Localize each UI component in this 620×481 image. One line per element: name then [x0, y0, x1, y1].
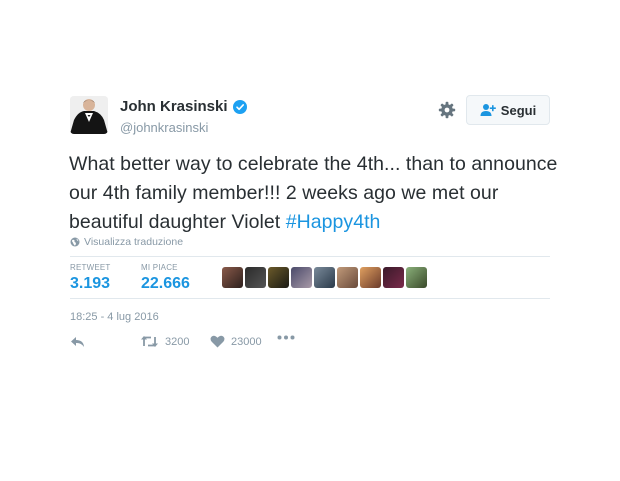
avatar[interactable]	[70, 96, 108, 134]
author-name[interactable]: John Krasinski	[120, 98, 228, 115]
translate-label: Visualizza traduzione	[84, 236, 184, 248]
author-name-row: John Krasinski	[120, 98, 247, 115]
like-button[interactable]: 23000	[210, 335, 262, 348]
liker-avatar[interactable]	[337, 267, 358, 288]
hashtag-link[interactable]: #Happy4th	[286, 211, 381, 233]
gear-icon[interactable]	[438, 101, 456, 119]
tweet-timestamp[interactable]: 18:25 - 4 lug 2016	[70, 311, 159, 323]
likes-stat[interactable]: MI PIACE 22.666	[141, 263, 190, 293]
add-user-icon	[480, 104, 496, 116]
follow-label: Segui	[500, 102, 537, 118]
liker-avatars	[222, 267, 427, 288]
retweet-button[interactable]: 3200	[140, 335, 189, 348]
heart-icon	[210, 335, 225, 348]
more-icon	[277, 335, 295, 340]
liker-avatar[interactable]	[360, 267, 381, 288]
liker-avatar[interactable]	[314, 267, 335, 288]
retweet-stat-value: 3.193	[70, 275, 111, 292]
reply-icon	[71, 337, 84, 347]
divider	[70, 256, 550, 257]
globe-icon	[70, 237, 80, 247]
divider	[70, 298, 550, 299]
follow-button[interactable]: Segui	[466, 95, 550, 125]
liker-avatar[interactable]	[245, 267, 266, 288]
more-button[interactable]	[277, 335, 295, 340]
liker-avatar[interactable]	[383, 267, 404, 288]
retweet-count: 3200	[165, 335, 190, 348]
liker-avatar[interactable]	[406, 267, 427, 288]
tweet-card: John Krasinski @johnkrasinski Segui What…	[0, 0, 620, 481]
liker-avatar[interactable]	[268, 267, 289, 288]
reply-button[interactable]	[70, 335, 86, 349]
likes-stat-label: MI PIACE	[141, 263, 178, 272]
likes-stat-value: 22.666	[141, 275, 190, 292]
tweet-text: What better way to celebrate the 4th... …	[69, 150, 569, 237]
like-count: 23000	[231, 335, 262, 348]
verified-badge-icon	[232, 99, 247, 114]
translate-link[interactable]: Visualizza traduzione	[70, 236, 183, 248]
liker-avatar[interactable]	[291, 267, 312, 288]
liker-avatar[interactable]	[222, 267, 243, 288]
author-handle[interactable]: @johnkrasinski	[120, 120, 208, 135]
retweet-stat[interactable]: RETWEET 3.193	[70, 263, 111, 293]
retweet-stat-label: RETWEET	[70, 263, 111, 272]
retweet-icon	[141, 336, 158, 347]
